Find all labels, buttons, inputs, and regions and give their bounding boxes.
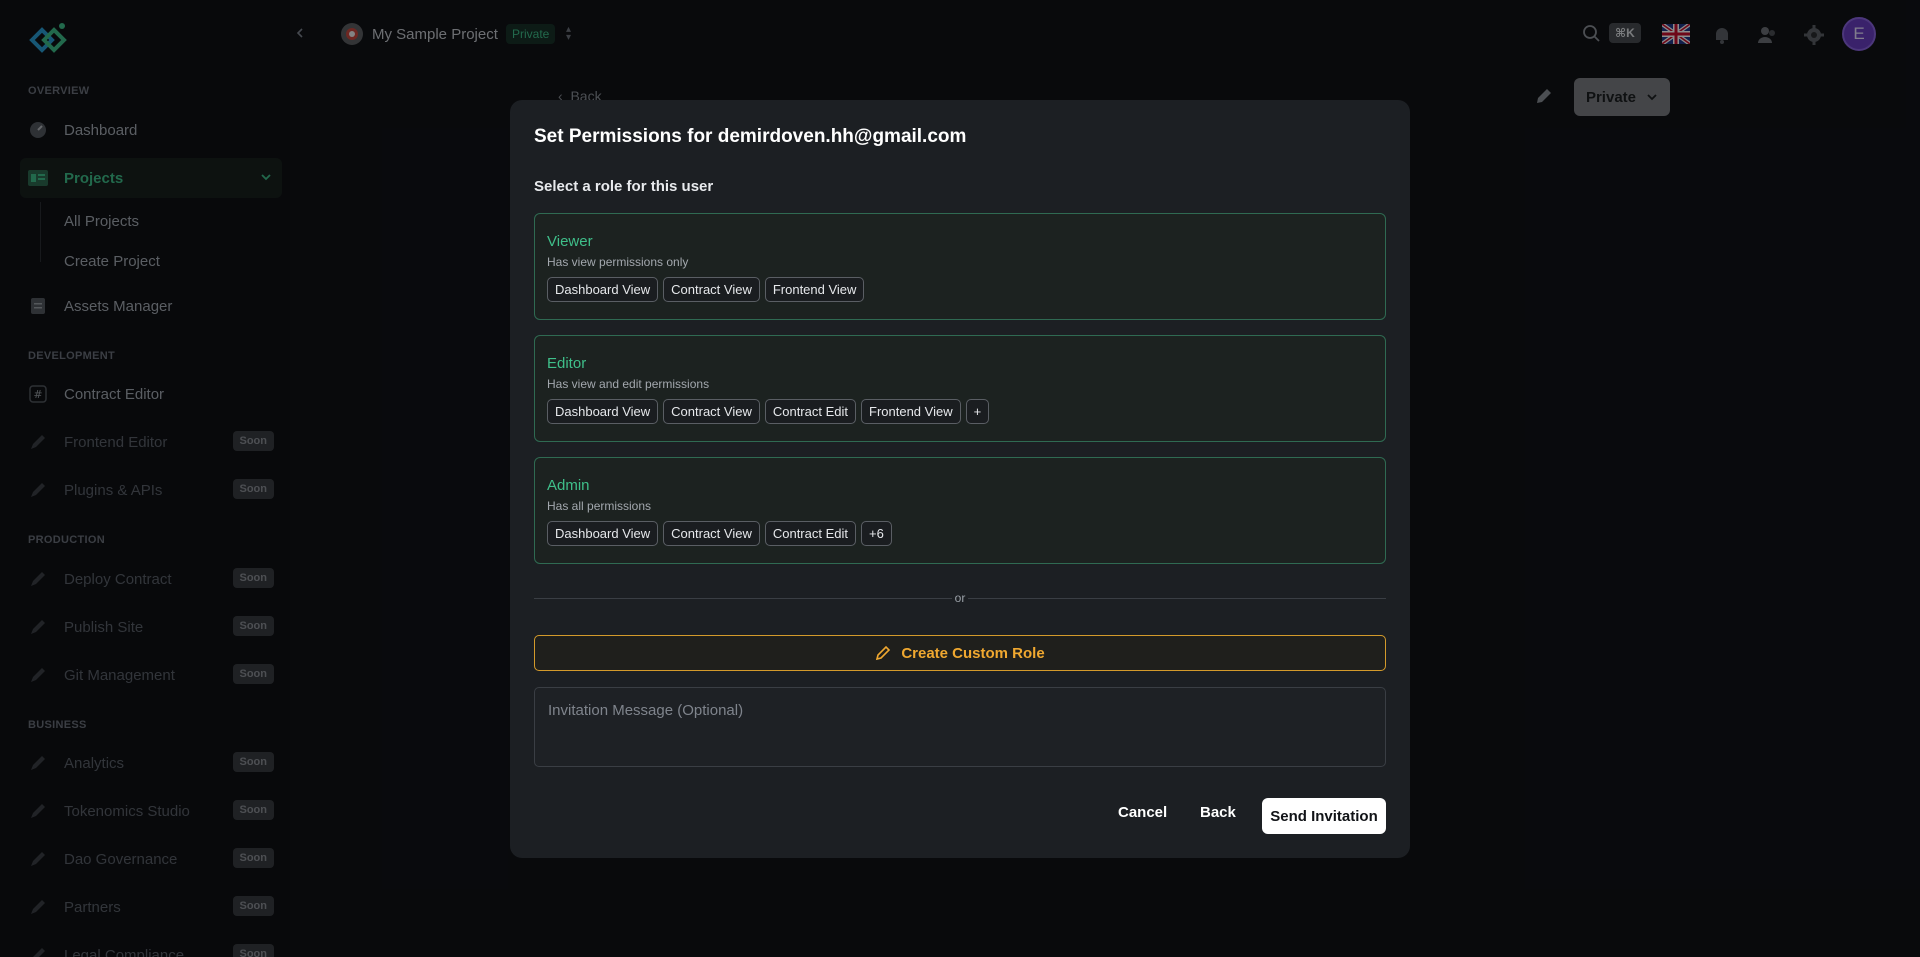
permission-chip: Contract View: [663, 277, 760, 302]
permission-chips: Dashboard View Contract View Frontend Vi…: [547, 277, 865, 302]
divider: [534, 598, 952, 599]
send-invitation-button[interactable]: Send Invitation: [1262, 798, 1386, 834]
permission-chip: Contract Edit: [764, 521, 856, 546]
invitation-message-input[interactable]: [534, 687, 1386, 767]
permission-chip: Frontend View: [764, 277, 865, 302]
more-permissions-chip[interactable]: +6: [861, 521, 892, 546]
permission-chip: Contract View: [663, 399, 760, 424]
role-description: Has view and edit permissions: [547, 377, 710, 391]
divider: [968, 598, 1386, 599]
create-custom-role-button[interactable]: Create Custom Role: [534, 635, 1386, 671]
create-custom-role-label: Create Custom Role: [901, 644, 1045, 662]
role-description: Has view permissions only: [547, 255, 689, 269]
cancel-button[interactable]: Cancel: [1118, 804, 1167, 821]
set-permissions-dialog: Set Permissions for demirdoven.hh@gmail.…: [510, 100, 1410, 858]
role-name: Editor: [547, 355, 587, 372]
more-permissions-chip[interactable]: +: [965, 399, 990, 424]
permission-chip: Contract View: [663, 521, 760, 546]
permission-chips: Dashboard View Contract View Contract Ed…: [547, 399, 990, 424]
role-card-admin[interactable]: Admin Has all permissions Dashboard View…: [534, 457, 1386, 564]
permission-chip: Dashboard View: [547, 277, 659, 302]
permission-chip: Dashboard View: [547, 399, 659, 424]
role-card-viewer[interactable]: Viewer Has view permissions only Dashboa…: [534, 213, 1386, 320]
permission-chip: Frontend View: [861, 399, 961, 424]
or-separator: or: [954, 591, 966, 605]
permission-chips: Dashboard View Contract View Contract Ed…: [547, 521, 892, 546]
dialog-subtitle: Select a role for this user: [534, 178, 714, 195]
permission-chip: Dashboard View: [547, 521, 659, 546]
role-card-editor[interactable]: Editor Has view and edit permissions Das…: [534, 335, 1386, 442]
role-name: Admin: [547, 477, 590, 494]
role-description: Has all permissions: [547, 499, 652, 513]
dialog-title: Set Permissions for demirdoven.hh@gmail.…: [534, 126, 967, 147]
role-name: Viewer: [547, 233, 593, 250]
pencil-icon: [876, 645, 891, 661]
back-button[interactable]: Back: [1200, 804, 1236, 821]
permission-chip: Contract Edit: [764, 399, 856, 424]
